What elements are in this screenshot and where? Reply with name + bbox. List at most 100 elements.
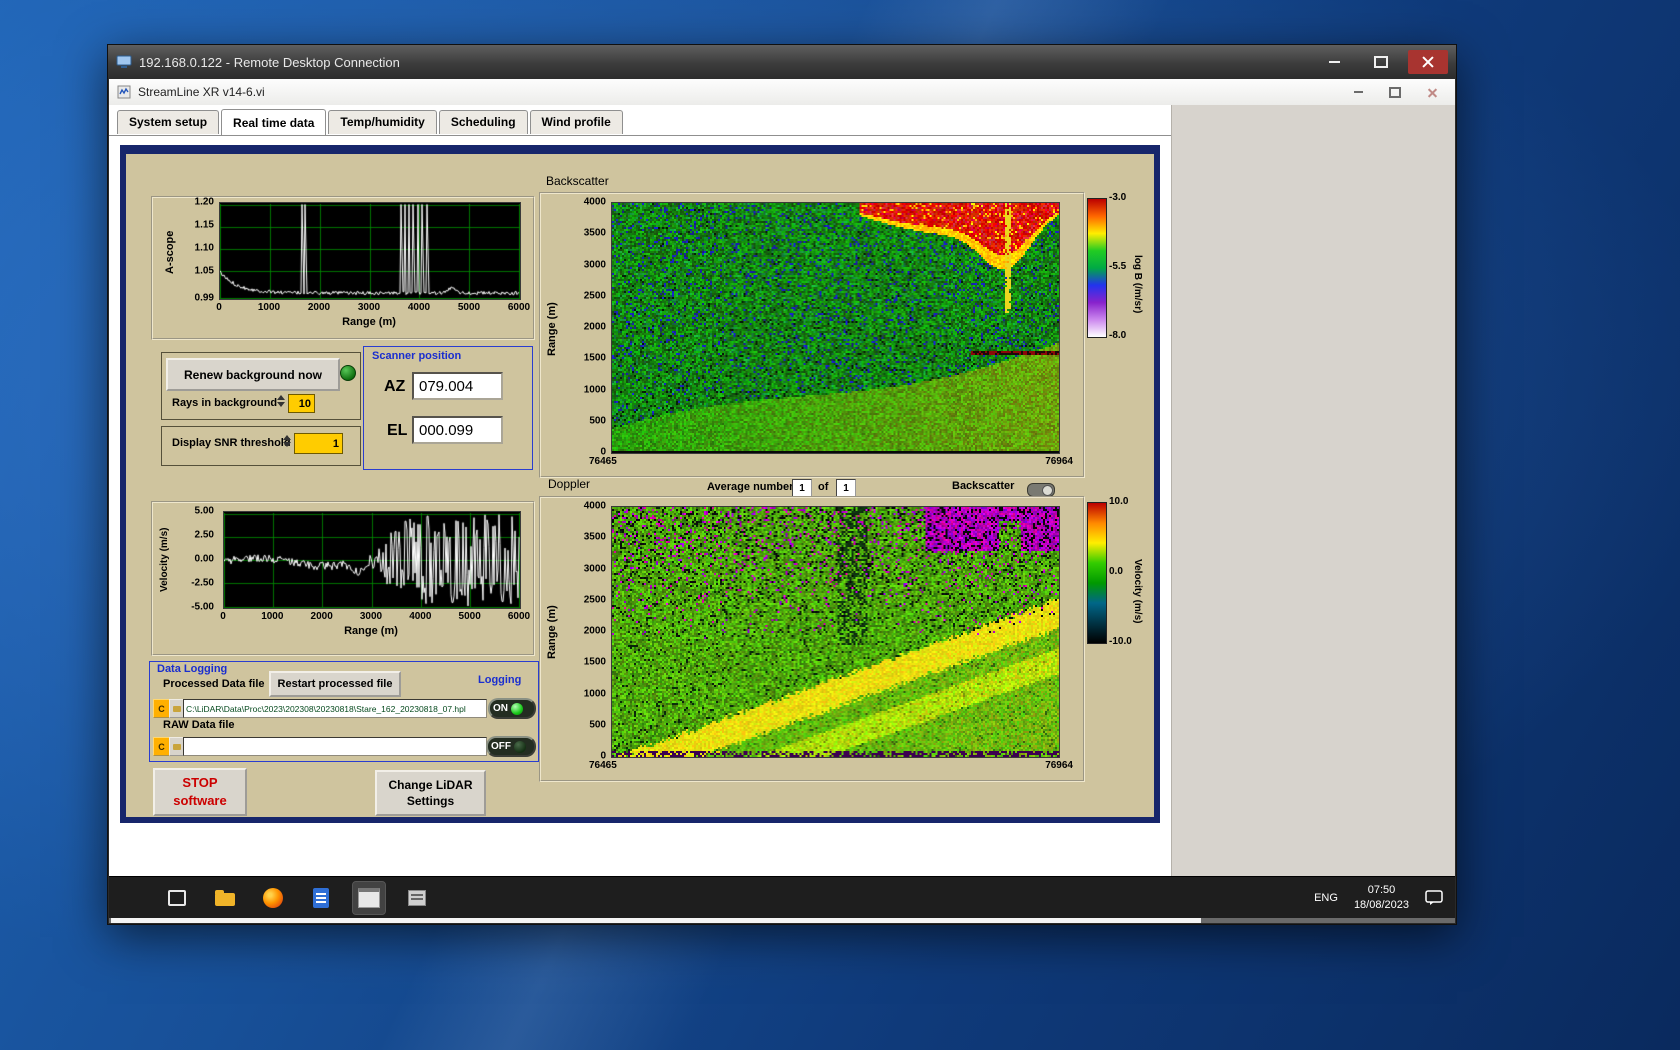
tab-scheduling[interactable]: Scheduling [438,110,528,134]
backscatter-toggle-label: Backscatter [952,480,1015,492]
on-label: ON [493,703,508,714]
backscatter-colorbar [1087,198,1107,338]
scanner-position-title: Scanner position [372,350,462,362]
processed-logging-toggle[interactable]: ON [488,698,536,719]
vi-front-panel: System setup Real time data Temp/humidit… [109,105,1171,877]
app-icon [117,85,131,99]
app-close-button[interactable] [1417,83,1447,101]
renew-background-button[interactable]: Renew background now [166,358,340,391]
of-label: of [818,481,829,493]
tab-bar: System setup Real time data Temp/humidit… [117,109,625,135]
rdp-close-button[interactable] [1408,50,1448,74]
rays-spinner[interactable] [277,395,285,407]
rdp-titlebar[interactable]: 192.168.0.122 - Remote Desktop Connectio… [108,45,1456,79]
stop-software-button[interactable]: STOP software [153,768,247,816]
rdp-connection-strip [111,918,1201,923]
backscatter-toggle-switch[interactable] [1027,483,1055,497]
average-number-label: Average number [707,481,794,493]
rdp-minimize-button[interactable] [1314,50,1354,74]
raw-logging-toggle[interactable]: OFF [486,736,536,757]
raw-data-file-label: RAW Data file [163,719,235,731]
backscatter-x-end: 76964 [1045,456,1073,467]
ascope-xticks: 0 1000 2000 3000 4000 5000 6000 [216,302,531,313]
close-icon [1427,87,1438,98]
raw-drive-button[interactable]: C [153,737,170,756]
active-app-icon[interactable] [352,880,386,915]
az-label: AZ [384,378,406,395]
folder-icon [172,705,181,712]
velocity-xlabel: Range (m) [344,625,398,637]
file-explorer-icon[interactable] [209,882,241,914]
processed-data-file-label: Processed Data file [163,678,265,690]
el-value-field: 000.099 [412,416,503,444]
streamline-app-window: StreamLine XR v14-6.vi System setup Real… [109,79,1455,877]
ascope-ylabel: A-scope [164,230,176,274]
app-titlebar[interactable]: StreamLine XR v14-6.vi [109,79,1455,106]
main-panel: A-scope 1.20 1.15 1.10 1.05 0.99 0 1000 … [120,145,1160,823]
editor-icon[interactable] [305,882,337,914]
rays-in-background-label: Rays in background [172,397,278,409]
snr-value-field[interactable]: 1 [294,433,343,454]
folder-icon [172,743,181,750]
app-title: StreamLine XR v14-6.vi [138,85,265,99]
app-restore-button[interactable] [1380,83,1410,101]
maximize-icon [1374,56,1388,68]
backscatter-colorbar-label: log B (/m/sr) [1132,254,1143,314]
raw-browse-button[interactable] [169,737,184,756]
tab-wind-profile[interactable]: Wind profile [529,110,623,134]
remote-desktop-view: StreamLine XR v14-6.vi System setup Real… [109,79,1455,923]
scan-software-icon[interactable] [401,882,433,914]
velocity-xticks: 0 1000 2000 3000 4000 5000 6000 [220,611,531,622]
velocity-yticks: 5.00 2.50 0.00 -2.50 -5.00 [191,505,214,613]
doppler-yticks: 4000 3500 3000 2500 2000 1500 1000 500 0 [583,500,606,762]
off-led-icon [514,740,526,753]
tab-divider [109,135,1171,136]
doppler-x-start: 76465 [589,760,617,771]
tab-system-setup[interactable]: System setup [117,110,220,134]
logging-label: Logging [478,674,522,686]
backscatter-yticks: 4000 3500 3000 2500 2000 1500 1000 500 0 [583,196,606,458]
backscatter-ylabel: Range (m) [546,302,558,356]
doppler-colorbar-label: Velocity (m/s) [1132,558,1143,624]
raw-path-field[interactable] [183,737,487,756]
tab-real-time-data[interactable]: Real time data [221,109,327,135]
minimize-icon [1328,61,1340,63]
change-lidar-settings-button[interactable]: Change LiDAR Settings [375,770,486,816]
processed-path-field[interactable]: C:\LiDAR\Data\Proc\2023\202308\20230818\… [183,699,487,718]
ascope-xlabel: Range (m) [342,316,396,328]
average-total-field[interactable]: 1 [836,479,856,497]
firefox-icon[interactable] [257,882,289,914]
rdp-window: 192.168.0.122 - Remote Desktop Connectio… [107,44,1457,925]
rdp-maximize-button[interactable] [1361,50,1401,74]
desktop-background: 192.168.0.122 - Remote Desktop Connectio… [0,0,1680,1050]
doppler-ylabel: Range (m) [546,605,558,659]
app-minimize-button[interactable] [1343,83,1373,101]
az-value-field: 079.004 [412,372,503,400]
toggle-knob [1042,485,1053,496]
doppler-title: Doppler [548,477,591,491]
window-empty-area [1171,105,1455,877]
processed-drive-button[interactable]: C [153,699,170,718]
renew-led-indicator [340,365,356,381]
taskbar: ENG 07:50 18/08/2023 [109,876,1455,918]
snr-threshold-label: Display SNR threshold [172,437,291,449]
rdp-title: 192.168.0.122 - Remote Desktop Connectio… [139,54,400,70]
doppler-x-end: 76964 [1045,760,1073,771]
processed-browse-button[interactable] [169,699,184,718]
ascope-yticks: 1.20 1.15 1.10 1.05 0.99 [194,196,214,304]
language-indicator[interactable]: ENG [1314,892,1338,904]
el-label: EL [387,422,408,439]
backscatter-title: Backscatter [546,174,609,188]
taskview-icon[interactable] [161,882,193,914]
notification-icon[interactable] [1425,889,1443,906]
velocity-ylabel: Velocity (m/s) [159,527,170,593]
restart-processed-file-button[interactable]: Restart processed file [269,671,401,697]
rays-value-field[interactable]: 10 [288,394,315,413]
tab-temp-humidity[interactable]: Temp/humidity [328,110,437,134]
taskbar-clock[interactable]: 07:50 18/08/2023 [1354,883,1409,912]
average-number-field[interactable]: 1 [792,479,812,497]
clock-time: 07:50 [1367,884,1396,897]
data-logging-title: Data Logging [157,663,228,675]
snr-spinner[interactable] [283,435,291,447]
backscatter-x-start: 76465 [589,456,617,467]
